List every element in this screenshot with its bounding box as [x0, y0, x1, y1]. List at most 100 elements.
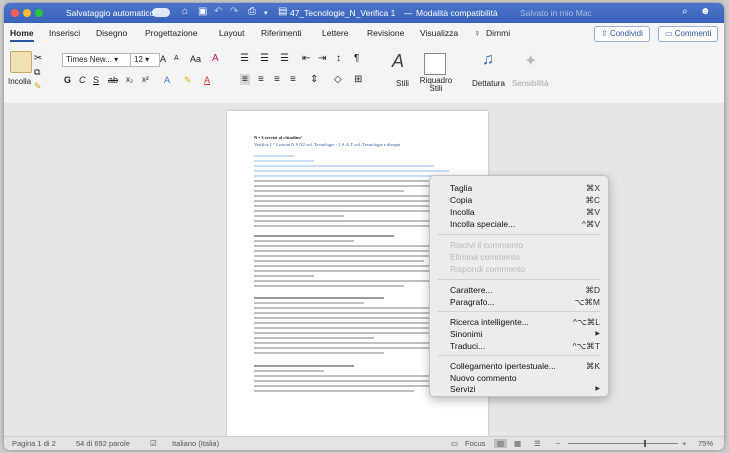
focus-label[interactable]: Focus — [465, 439, 485, 448]
text-line — [254, 200, 442, 202]
dictate-label[interactable]: Dettatura — [472, 79, 505, 88]
comments-button[interactable]: ▭ Commenti — [658, 26, 719, 42]
bullets-icon[interactable]: ☰ — [240, 53, 249, 64]
menu-item-incolla-speciale[interactable]: Incolla speciale... ^⌘V — [450, 218, 600, 230]
clear-formatting-icon[interactable]: A — [212, 53, 219, 64]
paste-icon[interactable] — [10, 51, 32, 73]
menu-item-servizi[interactable]: Servizi ▶ — [450, 384, 600, 395]
outline-icon[interactable]: ☰ — [534, 439, 541, 448]
print-icon[interactable]: ⎙ — [248, 6, 256, 17]
menu-item-incolla[interactable]: Incolla ⌘V — [450, 206, 600, 218]
language-status[interactable]: Italiano (Italia) — [172, 439, 219, 448]
zoom-window-button[interactable] — [35, 9, 43, 17]
search-icon[interactable]: ⌕ — [682, 6, 688, 17]
grow-font-button[interactable]: A — [160, 54, 166, 64]
menu-item-copia[interactable]: Copia ⌘C — [450, 194, 600, 206]
decrease-indent-icon[interactable]: ⇤ — [302, 53, 310, 64]
word-count[interactable]: 54 di 692 parole — [76, 439, 130, 448]
proofing-icon[interactable]: ☑ — [150, 439, 157, 448]
numbering-icon[interactable]: ☰ — [260, 53, 269, 64]
menu-item-traduci[interactable]: Traduci... ^⌥⌘T — [450, 340, 600, 352]
zoom-in-icon[interactable]: + — [682, 439, 686, 448]
status-bar: Pagina 1 di 2 54 di 692 parole ☑ Italian… — [4, 436, 724, 450]
borders-icon[interactable]: ⊞ — [354, 74, 362, 85]
zoom-slider-thumb[interactable] — [644, 440, 646, 447]
text-effects-icon[interactable]: A — [164, 75, 170, 85]
superscript-icon[interactable]: x² — [142, 75, 149, 84]
tab-revisione[interactable]: Revisione — [367, 28, 404, 38]
format-painter-icon[interactable]: ✎ — [34, 81, 42, 92]
align-left-icon[interactable]: ≡ — [240, 74, 250, 85]
cut-icon[interactable]: ✂ — [34, 53, 42, 64]
page-count[interactable]: Pagina 1 di 2 — [12, 439, 56, 448]
lightbulb-icon: ♀ — [474, 28, 481, 38]
focus-icon[interactable]: ▭ — [451, 439, 458, 448]
italic-button[interactable]: C — [79, 75, 86, 85]
menu-item-collegamento[interactable]: Collegamento ipertestuale... ⌘K — [450, 360, 600, 372]
undo-icon[interactable]: ↶ — [214, 6, 222, 17]
menu-item-ricerca-intelligente[interactable]: Ricerca intelligente... ^⌥⌘L — [450, 316, 600, 328]
increase-indent-icon[interactable]: ⇥ — [318, 53, 326, 64]
subscript-icon[interactable]: x₂ — [126, 75, 133, 84]
align-right-icon[interactable]: ≡ — [274, 74, 280, 85]
tab-riferimenti[interactable]: Riferimenti — [261, 28, 302, 38]
tab-layout[interactable]: Layout — [219, 28, 245, 38]
home-icon[interactable]: ⌂ — [182, 6, 188, 17]
styles-pane-icon[interactable] — [424, 53, 446, 75]
zoom-level[interactable]: 75% — [698, 439, 713, 448]
styles-label[interactable]: Stili — [396, 79, 409, 88]
print-layout-icon[interactable]: ▤ — [494, 439, 508, 448]
change-case-button[interactable]: Aa — [190, 54, 201, 64]
line-spacing-icon[interactable]: ⇕ — [310, 74, 318, 85]
close-window-button[interactable] — [11, 9, 19, 17]
zoom-slider[interactable] — [568, 443, 678, 444]
copy-icon[interactable]: ⧉ — [34, 67, 40, 78]
align-center-icon[interactable]: ≡ — [258, 74, 264, 85]
tab-lettere[interactable]: Lettere — [322, 28, 348, 38]
context-menu: Taglia ⌘X Copia ⌘C Incolla ⌘V Incolla speci… — [429, 175, 609, 397]
menu-item-carattere[interactable]: Carattere... ⌘D — [450, 284, 600, 296]
text-line — [254, 225, 450, 227]
show-formatting-icon[interactable]: ¶ — [354, 53, 359, 64]
menu-item-nuovo-commento[interactable]: Nuovo commento — [450, 372, 600, 384]
menu-item-taglia[interactable]: Taglia ⌘X — [450, 182, 600, 194]
paste-label[interactable]: Incolla — [8, 77, 31, 86]
tab-disegno[interactable]: Disegno — [96, 28, 127, 38]
font-name-select[interactable]: Times New... ▾ — [62, 53, 132, 67]
save-icon[interactable]: ▣ — [198, 6, 207, 17]
text-line — [254, 265, 450, 267]
sort-icon[interactable]: ↕ — [336, 53, 341, 64]
web-layout-icon[interactable]: ▦ — [514, 439, 521, 448]
menu-item-paragrafo[interactable]: Paragrafo... ⌥⌘M — [450, 296, 600, 308]
justify-icon[interactable]: ≡ — [290, 74, 296, 85]
tab-home[interactable]: Home — [10, 28, 34, 42]
bold-button[interactable]: G — [64, 75, 71, 85]
sensitivity-icon: ✦ — [524, 53, 538, 70]
share-button[interactable]: ⇧ Condividi — [594, 26, 650, 42]
font-size-select[interactable]: 12 ▾ — [130, 53, 160, 67]
microphone-icon[interactable]: ♫ — [482, 51, 494, 69]
font-color-icon[interactable]: A — [204, 75, 210, 85]
autosave-toggle[interactable] — [152, 8, 170, 17]
styles-pane-label[interactable]: Riquadro Stili — [418, 77, 454, 93]
multilevel-list-icon[interactable]: ☰ — [280, 53, 289, 64]
styles-icon[interactable]: A — [392, 51, 404, 72]
shading-icon[interactable]: ◇ — [334, 74, 342, 85]
strikethrough-icon[interactable]: ab — [108, 75, 118, 85]
redo-icon[interactable]: ↷ — [230, 6, 238, 17]
customize-toolbar-icon[interactable]: ▾ — [264, 9, 268, 17]
shrink-font-button[interactable]: A — [174, 55, 179, 62]
zoom-out-icon[interactable]: − — [556, 439, 560, 448]
menu-item-sinonimi[interactable]: Sinonimi ▶ — [450, 328, 600, 340]
tab-progettazione[interactable]: Progettazione — [145, 28, 197, 38]
account-icon[interactable]: ☻ — [700, 6, 711, 17]
minimize-window-button[interactable] — [23, 9, 31, 17]
highlight-icon[interactable]: ✎ — [184, 75, 192, 86]
underline-button[interactable]: S — [93, 75, 99, 85]
comments-label: Commenti — [674, 29, 712, 38]
tell-me-box[interactable]: Dimmi — [486, 28, 510, 38]
tab-inserisci[interactable]: Inserisci — [49, 28, 80, 38]
text-line — [254, 342, 450, 344]
document-heading: N • 3 servizi al cittadino° — [254, 135, 303, 140]
tab-visualizza[interactable]: Visualizza — [420, 28, 458, 38]
